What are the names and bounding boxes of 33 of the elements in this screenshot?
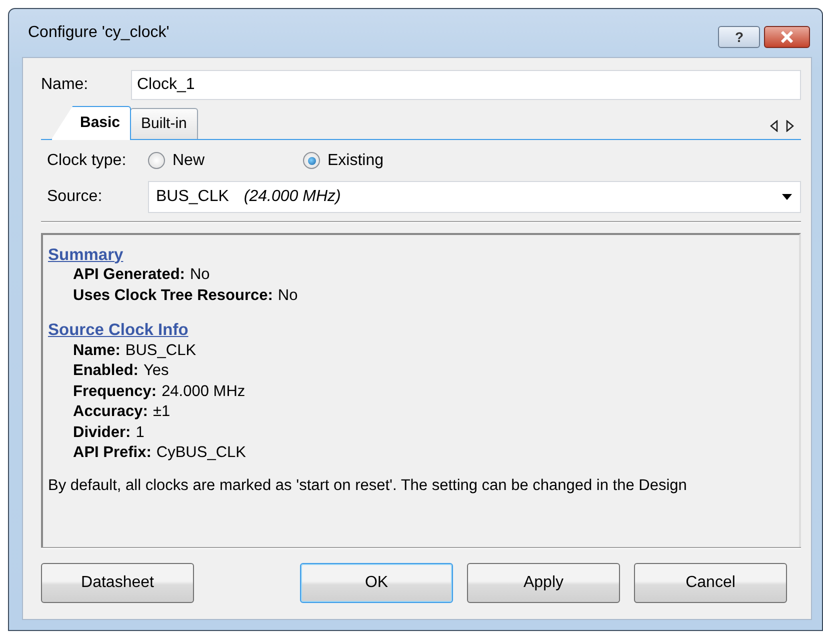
property-row-text: Frequency: 24.000 MHz [73, 382, 246, 402]
name-label: Name: [41, 75, 90, 95]
dialog-button[interactable]: Apply [467, 563, 620, 603]
tab[interactable]: Built-in [130, 108, 198, 139]
section-heading[interactable]: Source Clock Info [48, 320, 188, 340]
radio-option[interactable]: Existing [303, 148, 458, 172]
source-label: Source: [47, 187, 104, 207]
tab[interactable]: Basic [51, 106, 132, 140]
property-row-text: Enabled: Yes [73, 361, 169, 381]
clock-type-label: Clock type: [47, 150, 128, 170]
scroll-right-icon[interactable] [786, 120, 794, 132]
property-row-text: API Generated: No [73, 265, 210, 285]
dialog-button[interactable]: Datasheet [41, 563, 194, 603]
dialog-button[interactable]: Cancel [634, 563, 787, 603]
source-dropdown[interactable]: BUS_CLK (24.000 MHz) [148, 181, 801, 213]
scroll-left-icon[interactable] [770, 120, 778, 132]
dialog-button[interactable]: OK [300, 563, 453, 603]
source-value: BUS_CLK [156, 187, 229, 207]
close-button[interactable] [764, 26, 810, 48]
property-row-text: API Prefix: CyBUS_CLK [73, 443, 246, 463]
name-field[interactable]: Clock_1 [131, 70, 801, 100]
radio-option[interactable]: New [148, 148, 303, 172]
close-icon [780, 31, 794, 43]
property-row-text: Name: BUS_CLK [73, 340, 196, 360]
help-button[interactable]: ? [718, 26, 760, 48]
window-title: Configure 'cy_clock' [27, 23, 170, 43]
property-row-text: Divider: 1 [73, 422, 144, 442]
section-heading[interactable]: Summary [48, 244, 124, 265]
source-frequency: (24.000 MHz) [244, 187, 341, 207]
info-note: By default, all clocks are marked as 'start on reset'. The setting can be changed in the Design [48, 476, 687, 496]
property-row-text: Accuracy: ±1 [73, 402, 170, 422]
dropdown-caret-icon [782, 194, 792, 200]
property-row-text: Uses Clock Tree Resource: No [73, 286, 298, 306]
